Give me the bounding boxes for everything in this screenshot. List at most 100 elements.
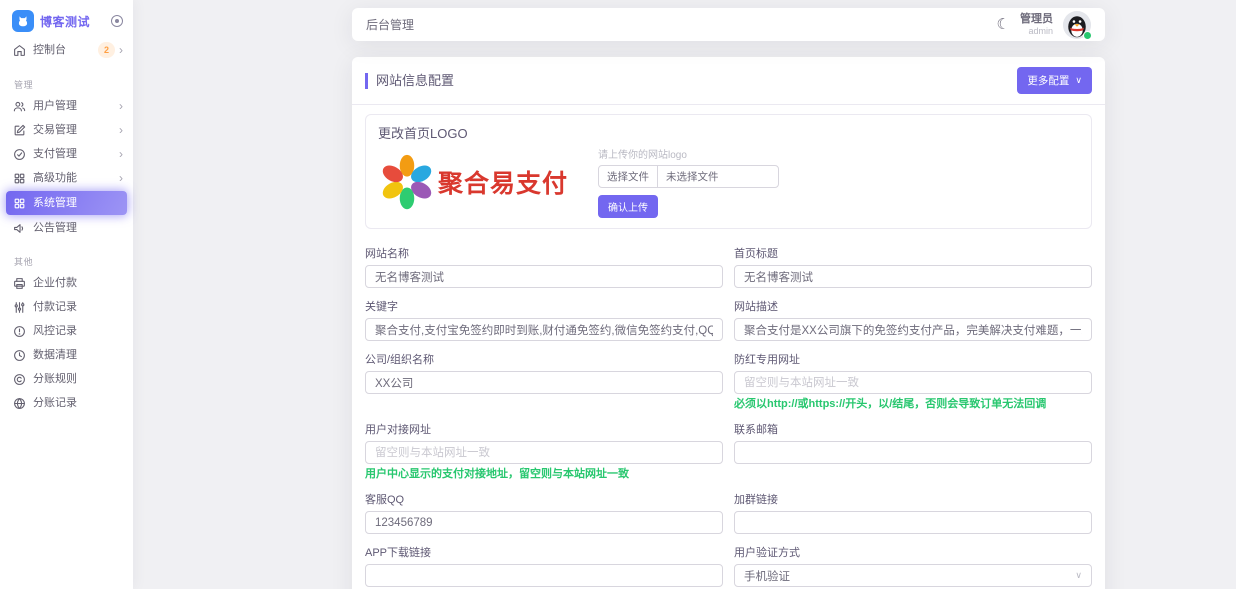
upload-hint-label: 请上传你的网站logo bbox=[598, 146, 779, 161]
form-field: 网站描述 bbox=[734, 295, 1092, 341]
form-field: APP下载链接 bbox=[365, 541, 723, 587]
text-input-field[interactable] bbox=[734, 511, 1092, 534]
text-input-field[interactable] bbox=[365, 318, 723, 341]
sidebar-item[interactable]: 付款记录 bbox=[0, 296, 133, 318]
check-circle-icon bbox=[13, 148, 26, 161]
sidebar-item[interactable]: 系统管理 bbox=[6, 191, 127, 215]
more-config-button[interactable]: 更多配置 ∨ bbox=[1017, 67, 1092, 94]
chevron-down-icon: ∨ bbox=[1075, 75, 1082, 86]
field-label: APP下载链接 bbox=[365, 544, 723, 560]
logo-file-input[interactable]: 选择文件 未选择文件 bbox=[598, 165, 779, 188]
user-role: admin bbox=[1020, 26, 1053, 37]
chevron-right-icon: › bbox=[119, 101, 123, 111]
card-header: 网站信息配置 更多配置 ∨ bbox=[352, 57, 1105, 104]
text-input-field[interactable] bbox=[734, 441, 1092, 464]
text-input-field[interactable] bbox=[365, 265, 723, 288]
sidebar-item-label: 分账记录 bbox=[33, 396, 77, 410]
sidebar-item-label: 系统管理 bbox=[33, 196, 77, 210]
text-input-field[interactable] bbox=[365, 511, 723, 534]
topbar-actions: ☾ 管理员 admin bbox=[997, 11, 1091, 39]
form-field: 加群链接 bbox=[734, 488, 1092, 534]
choose-file-button[interactable]: 选择文件 bbox=[599, 166, 658, 187]
speaker-icon bbox=[13, 222, 26, 235]
user-avatar[interactable] bbox=[1063, 11, 1091, 39]
sidebar-item-label: 企业付款 bbox=[33, 276, 77, 290]
site-config-form: 网站名称首页标题关键字网站描述公司/组织名称防红专用网址必须以http://或h… bbox=[352, 238, 1105, 589]
chevron-right-icon: › bbox=[119, 125, 123, 135]
sidebar-item[interactable]: 交易管理 › bbox=[0, 119, 133, 141]
chevron-right-icon: › bbox=[119, 45, 123, 55]
topbar: 后台管理 ☾ 管理员 admin bbox=[352, 8, 1105, 41]
app-logo-icon bbox=[12, 10, 34, 32]
confirm-upload-button[interactable]: 确认上传 bbox=[598, 195, 658, 218]
users-icon bbox=[13, 100, 26, 113]
form-field: 网站名称 bbox=[365, 242, 723, 288]
field-label: 用户对接网址 bbox=[365, 421, 723, 437]
sidebar-item[interactable]: 公告管理 bbox=[0, 217, 133, 239]
current-site-logo: 聚合易支付 bbox=[378, 153, 568, 211]
form-field: 客服QQ bbox=[365, 488, 723, 534]
logo-upload-section: 更改首页LOGO 聚合易支付 请上传你的网站logo bbox=[365, 114, 1092, 229]
field-label: 首页标题 bbox=[734, 245, 1092, 261]
sidebar-item[interactable]: 企业付款 bbox=[0, 272, 133, 294]
text-input-field[interactable] bbox=[365, 564, 723, 587]
field-label: 加群链接 bbox=[734, 491, 1092, 507]
sidebar-item-label: 付款记录 bbox=[33, 300, 77, 314]
field-label: 网站描述 bbox=[734, 298, 1092, 314]
sidebar-item[interactable]: 分账规则 bbox=[0, 368, 133, 390]
home-icon bbox=[13, 44, 26, 57]
text-input-field[interactable] bbox=[734, 318, 1092, 341]
sidebar-item[interactable]: 数据清理 bbox=[0, 344, 133, 366]
select-field[interactable]: 手机验证 ∨ bbox=[734, 564, 1092, 587]
field-label: 联系邮箱 bbox=[734, 421, 1092, 437]
sidebar-item[interactable]: 支付管理 › bbox=[0, 143, 133, 165]
field-label: 公司/组织名称 bbox=[365, 351, 723, 367]
grid-icon bbox=[13, 197, 26, 210]
sidebar-collapse-icon[interactable] bbox=[111, 15, 123, 27]
form-field: 首页标题 bbox=[734, 242, 1092, 288]
text-input-field[interactable] bbox=[734, 371, 1092, 394]
dashboard-badge: 2 bbox=[98, 42, 115, 58]
dark-mode-moon-icon[interactable]: ☾ bbox=[997, 17, 1010, 32]
sidebar-item[interactable]: 分账记录 bbox=[0, 392, 133, 414]
flower-logo-icon bbox=[378, 153, 436, 211]
page-title: 后台管理 bbox=[366, 16, 414, 33]
sidebar-item[interactable]: 高级功能 › bbox=[0, 167, 133, 189]
sidebar-item-label: 数据清理 bbox=[33, 348, 77, 362]
clock-icon bbox=[13, 349, 26, 362]
app-title: 博客测试 bbox=[40, 13, 90, 30]
sidebar-item-label: 分账规则 bbox=[33, 372, 77, 386]
form-field: 用户验证方式手机验证 ∨ bbox=[734, 541, 1092, 587]
select-value: 手机验证 bbox=[744, 568, 790, 584]
more-config-label: 更多配置 bbox=[1027, 73, 1069, 88]
sidebar-item[interactable]: 用户管理› bbox=[0, 95, 133, 117]
form-field: 公司/组织名称 bbox=[365, 348, 723, 411]
sidebar-item[interactable]: 风控记录 bbox=[0, 320, 133, 342]
alert-icon bbox=[13, 325, 26, 338]
field-label: 用户验证方式 bbox=[734, 544, 1092, 560]
user-meta: 管理员 admin bbox=[1020, 13, 1053, 37]
text-input-field[interactable] bbox=[365, 371, 723, 394]
nav-section-label: 其他 bbox=[14, 255, 133, 268]
grid-icon bbox=[13, 172, 26, 185]
sidebar-item-label: 支付管理 bbox=[33, 147, 77, 161]
sidebar-header: 博客测试 bbox=[0, 0, 133, 36]
field-label: 防红专用网址 bbox=[734, 351, 1092, 367]
sidebar-item-label: 公告管理 bbox=[33, 221, 77, 235]
field-hint: 用户中心显示的支付对接地址，留空则与本站网址一致 bbox=[365, 468, 723, 481]
nav-section-label: 管理 bbox=[14, 78, 133, 91]
chevron-down-icon: ∨ bbox=[1075, 570, 1082, 581]
sidebar-item-label: 交易管理 bbox=[33, 123, 77, 137]
printer-icon bbox=[13, 277, 26, 290]
sidebar-item-dashboard[interactable]: 控制台 2 › bbox=[0, 38, 133, 62]
chevron-right-icon: › bbox=[119, 173, 123, 183]
sidebar: 博客测试 控制台 2 › 管理用户管理› 交易管理 › 支付管理 › 高级功能 › 系统管理公… bbox=[0, 0, 133, 589]
sidebar-item-label: 高级功能 bbox=[33, 171, 77, 185]
text-input-field[interactable] bbox=[365, 441, 723, 464]
text-input-field[interactable] bbox=[734, 265, 1092, 288]
field-label: 客服QQ bbox=[365, 491, 723, 507]
form-field: 防红专用网址必须以http://或https://开头，以/结尾，否则会导致订单… bbox=[734, 348, 1092, 411]
form-field: 联系邮箱 bbox=[734, 418, 1092, 481]
chevron-right-icon: › bbox=[119, 149, 123, 159]
globe-icon bbox=[13, 397, 26, 410]
